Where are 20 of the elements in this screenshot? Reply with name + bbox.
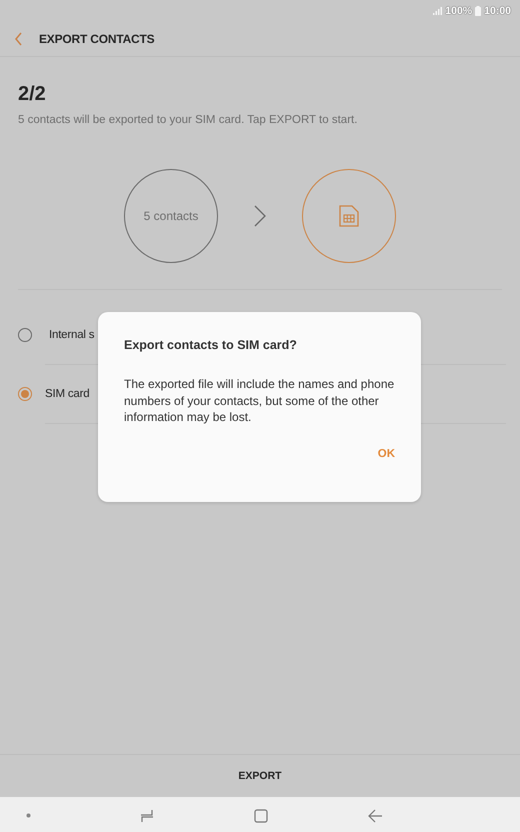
radio-button[interactable] [18, 328, 32, 342]
signal-icon [433, 7, 442, 15]
back-icon[interactable] [368, 809, 383, 823]
option-label: Internal s [49, 329, 94, 341]
step-counter: 2/2 [18, 83, 47, 106]
dialog-title: Export contacts to SIM card? [124, 338, 298, 352]
home-icon[interactable] [254, 809, 268, 823]
screen-title: EXPORT CONTACTS [39, 32, 154, 46]
export-button[interactable]: EXPORT [230, 766, 290, 786]
dialog-message: The exported file will include the names and phone numbers of your contacts, but some of the other information may be lost. [124, 376, 395, 426]
step-description: 5 contacts will be exported to your SIM card. Tap EXPORT to start. [18, 114, 358, 126]
battery-icon [475, 6, 482, 16]
clock: 10:00 [484, 5, 511, 17]
chevron-icon [254, 205, 266, 227]
sim-card-icon [339, 205, 359, 227]
option-label: SIM card [45, 388, 90, 400]
source-circle: 5 contacts [124, 169, 218, 263]
dot-icon[interactable] [26, 813, 31, 818]
radio-button[interactable] [18, 387, 32, 401]
recent-apps-icon[interactable] [140, 809, 154, 823]
